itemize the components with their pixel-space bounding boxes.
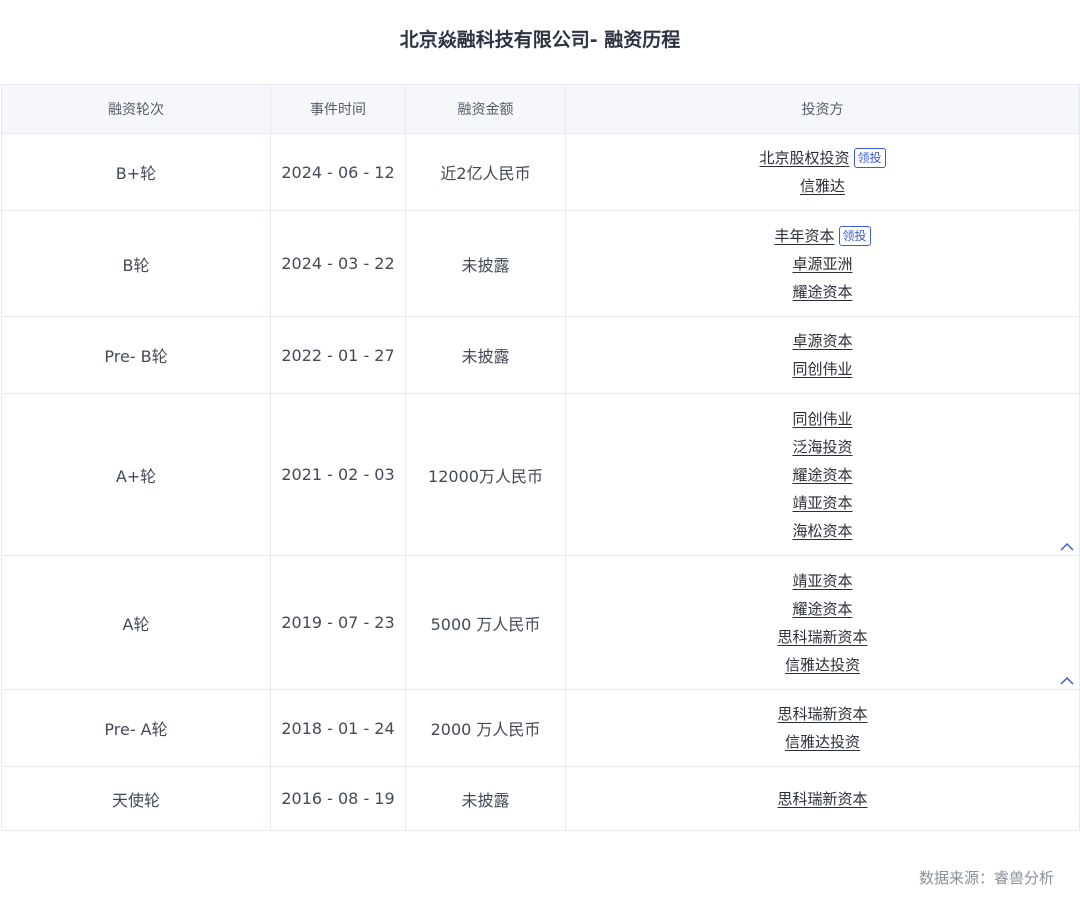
investor-list: 思科瑞新资本 [566, 777, 1079, 821]
investor-item: 同创伟业 [566, 355, 1079, 383]
date-cell: 2021 - 02 - 03 [270, 393, 406, 556]
date-cell: 2024 - 03 - 22 [270, 210, 406, 317]
investors-cell: 丰年资本 领投 卓源亚洲 耀途资本 [565, 210, 1080, 317]
round-cell: A+轮 [1, 393, 271, 556]
investor-link[interactable]: 泛海投资 [792, 438, 852, 456]
investor-item: 北京股权投资 领投 [566, 144, 1079, 172]
amount-cell: 2000 万人民币 [405, 689, 566, 767]
lead-investor-badge: 领投 [838, 225, 871, 246]
investor-list: 思科瑞新资本 信雅达投资 [566, 692, 1079, 764]
investor-item: 靖亚资本 [566, 489, 1079, 517]
investor-item: 信雅达投资 [566, 728, 1079, 756]
investor-link[interactable]: 海松资本 [792, 522, 852, 540]
investor-list: 北京股权投资 领投 信雅达 [566, 136, 1079, 208]
investor-link[interactable]: 思科瑞新资本 [777, 790, 867, 808]
investor-link[interactable]: 思科瑞新资本 [777, 628, 867, 646]
investor-link[interactable]: 丰年资本 [774, 227, 834, 245]
investor-item: 耀途资本 [566, 595, 1079, 623]
table-row: A轮 2019 - 07 - 23 5000 万人民币 靖亚资本 耀途资本 思科… [1, 555, 1080, 690]
chevron-up-icon[interactable] [1059, 539, 1075, 553]
investor-item: 思科瑞新资本 [566, 623, 1079, 651]
investor-link[interactable]: 卓源资本 [792, 332, 852, 350]
investor-list: 丰年资本 领投 卓源亚洲 耀途资本 [566, 214, 1079, 314]
date-cell: 2018 - 01 - 24 [270, 689, 406, 767]
date-cell: 2019 - 07 - 23 [270, 555, 406, 690]
investor-item: 卓源资本 [566, 327, 1079, 355]
table-row: Pre- A轮 2018 - 01 - 24 2000 万人民币 思科瑞新资本 … [1, 689, 1080, 767]
investor-link[interactable]: 信雅达 [800, 177, 845, 195]
investor-link[interactable]: 同创伟业 [792, 360, 852, 378]
investors-cell: 北京股权投资 领投 信雅达 [565, 133, 1080, 211]
header-date: 事件时间 [270, 84, 406, 134]
investor-item: 同创伟业 [566, 405, 1079, 433]
table-row: B轮 2024 - 03 - 22 未披露 丰年资本 领投 卓源亚洲 耀途资本 [1, 210, 1080, 317]
chevron-up-icon[interactable] [1059, 673, 1075, 687]
investors-cell: 靖亚资本 耀途资本 思科瑞新资本 信雅达投资 [565, 555, 1080, 690]
investors-cell: 思科瑞新资本 信雅达投资 [565, 689, 1080, 767]
amount-cell: 12000万人民币 [405, 393, 566, 556]
amount-cell: 近2亿人民币 [405, 133, 566, 211]
header-investors: 投资方 [565, 84, 1080, 134]
investor-link[interactable]: 北京股权投资 [759, 149, 849, 167]
investors-cell: 同创伟业 泛海投资 耀途资本 靖亚资本 海松资本 [565, 393, 1080, 556]
investor-list: 靖亚资本 耀途资本 思科瑞新资本 信雅达投资 [566, 559, 1079, 687]
round-cell: B轮 [1, 210, 271, 317]
data-source-note: 数据来源：睿兽分析 [918, 869, 1054, 887]
header-round: 融资轮次 [1, 84, 271, 134]
table-header: 融资轮次 事件时间 融资金额 投资方 [1, 84, 1080, 134]
round-cell: Pre- B轮 [1, 316, 271, 394]
investor-link[interactable]: 耀途资本 [792, 600, 852, 618]
investor-item: 信雅达投资 [566, 651, 1079, 679]
investor-link[interactable]: 靖亚资本 [792, 494, 852, 512]
financing-table: 融资轮次 事件时间 融资金额 投资方 B+轮 2024 - 06 - 12 近2… [1, 84, 1080, 831]
investor-item: 靖亚资本 [566, 567, 1079, 595]
round-cell: 天使轮 [1, 766, 271, 831]
investor-list: 卓源资本 同创伟业 [566, 319, 1079, 391]
amount-cell: 未披露 [405, 766, 566, 831]
table-row: A+轮 2021 - 02 - 03 12000万人民币 同创伟业 泛海投资 耀… [1, 393, 1080, 556]
investor-item: 泛海投资 [566, 433, 1079, 461]
investor-item: 丰年资本 领投 [566, 222, 1079, 250]
table-body: B+轮 2024 - 06 - 12 近2亿人民币 北京股权投资 领投 信雅达 B… [1, 133, 1080, 831]
table-row: B+轮 2024 - 06 - 12 近2亿人民币 北京股权投资 领投 信雅达 [1, 133, 1080, 211]
table-row: 天使轮 2016 - 08 - 19 未披露 思科瑞新资本 [1, 766, 1080, 831]
round-cell: Pre- A轮 [1, 689, 271, 767]
investor-item: 海松资本 [566, 517, 1079, 545]
investor-link[interactable]: 耀途资本 [792, 283, 852, 301]
page-title: 北京焱融科技有限公司- 融资历程 [399, 29, 681, 51]
investors-cell: 卓源资本 同创伟业 [565, 316, 1080, 394]
investor-link[interactable]: 思科瑞新资本 [777, 705, 867, 723]
investor-link[interactable]: 耀途资本 [792, 466, 852, 484]
lead-investor-badge: 领投 [853, 148, 886, 168]
investor-link[interactable]: 靖亚资本 [792, 572, 852, 590]
investor-link[interactable]: 信雅达投资 [785, 733, 860, 751]
date-cell: 2016 - 08 - 19 [270, 766, 406, 831]
round-cell: A轮 [1, 555, 271, 690]
investor-item: 耀途资本 [566, 278, 1079, 306]
investor-link[interactable]: 卓源亚洲 [792, 255, 852, 273]
date-cell: 2022 - 01 - 27 [270, 316, 406, 394]
amount-cell: 未披露 [405, 316, 566, 394]
investor-item: 卓源亚洲 [566, 250, 1079, 278]
investor-list: 同创伟业 泛海投资 耀途资本 靖亚资本 海松资本 [566, 397, 1079, 553]
investor-item: 思科瑞新资本 [566, 700, 1079, 728]
round-cell: B+轮 [1, 133, 271, 211]
investor-link[interactable]: 同创伟业 [792, 410, 852, 428]
investor-item: 思科瑞新资本 [566, 785, 1079, 813]
amount-cell: 未披露 [405, 210, 566, 317]
investor-item: 耀途资本 [566, 461, 1079, 489]
amount-cell: 5000 万人民币 [405, 555, 566, 690]
table-row: Pre- B轮 2022 - 01 - 27 未披露 卓源资本 同创伟业 [1, 316, 1080, 394]
investor-link[interactable]: 信雅达投资 [785, 656, 860, 674]
investors-cell: 思科瑞新资本 [565, 766, 1080, 831]
date-cell: 2024 - 06 - 12 [270, 133, 406, 211]
investor-item: 信雅达 [566, 172, 1079, 200]
header-amount: 融资金额 [405, 84, 566, 134]
